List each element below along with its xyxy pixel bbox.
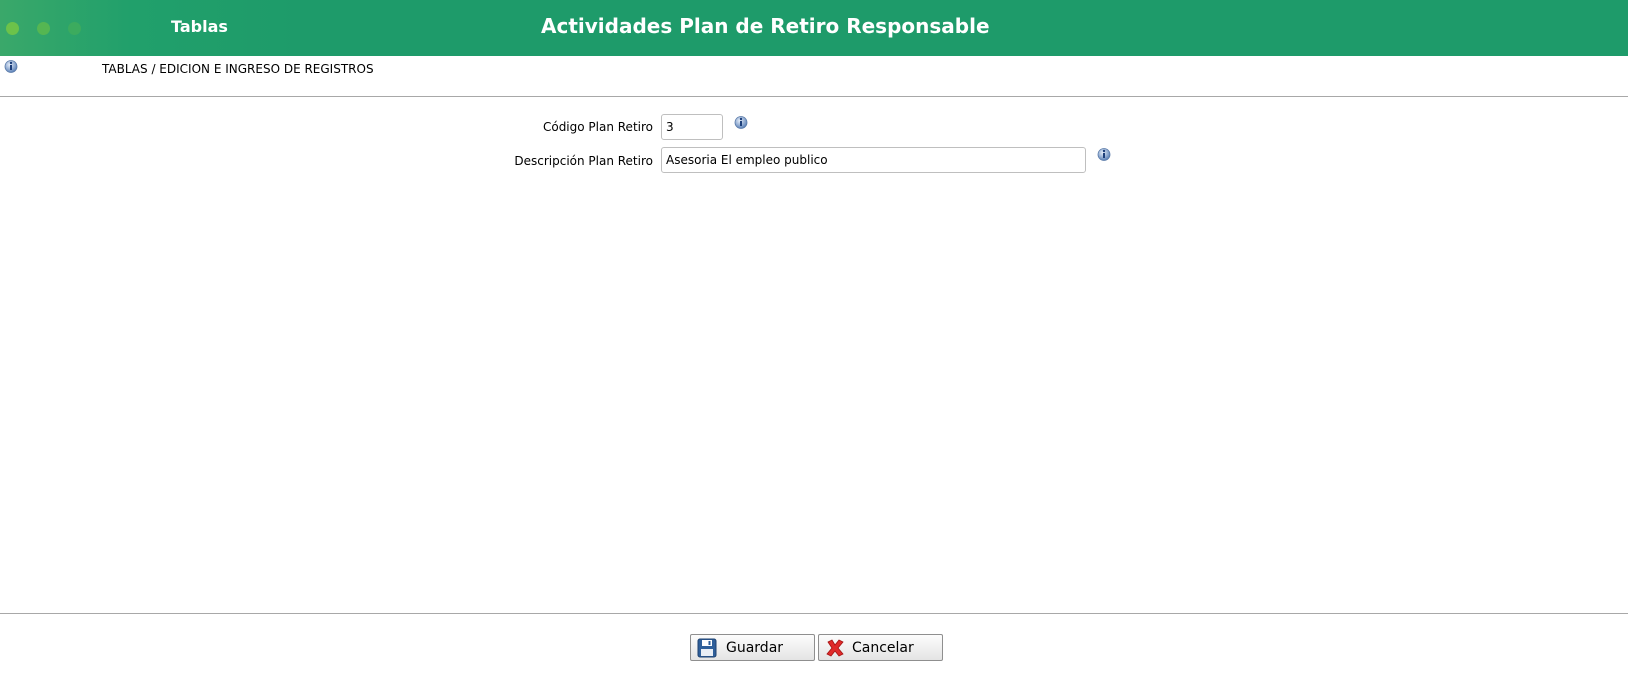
dot-icon xyxy=(68,22,81,35)
top-divider xyxy=(0,96,1628,97)
breadcrumb: TABLAS / EDICION E INGRESO DE REGISTROS xyxy=(102,62,374,76)
info-icon[interactable] xyxy=(734,115,748,129)
info-icon[interactable] xyxy=(1097,147,1111,161)
codigo-label: Código Plan Retiro xyxy=(542,120,653,134)
descripcion-label: Descripción Plan Retiro xyxy=(514,154,653,168)
descripcion-input[interactable] xyxy=(661,147,1086,173)
red-x-icon xyxy=(825,638,845,658)
cancel-button[interactable]: Cancelar xyxy=(818,634,943,661)
header-bar: Tablas Actividades Plan de Retiro Respon… xyxy=(0,0,1628,56)
page-title: Actividades Plan de Retiro Responsable xyxy=(541,14,990,38)
save-button[interactable]: Guardar xyxy=(690,634,815,661)
save-button-label: Guardar xyxy=(726,640,784,656)
header-section-title: Tablas xyxy=(171,17,228,36)
dot-icon xyxy=(37,22,50,35)
dot-icon xyxy=(6,22,19,35)
floppy-disk-icon xyxy=(697,638,717,658)
info-icon[interactable] xyxy=(4,59,18,73)
cancel-button-label: Cancelar xyxy=(852,640,914,656)
codigo-input[interactable] xyxy=(661,114,723,140)
bottom-divider xyxy=(0,613,1628,614)
